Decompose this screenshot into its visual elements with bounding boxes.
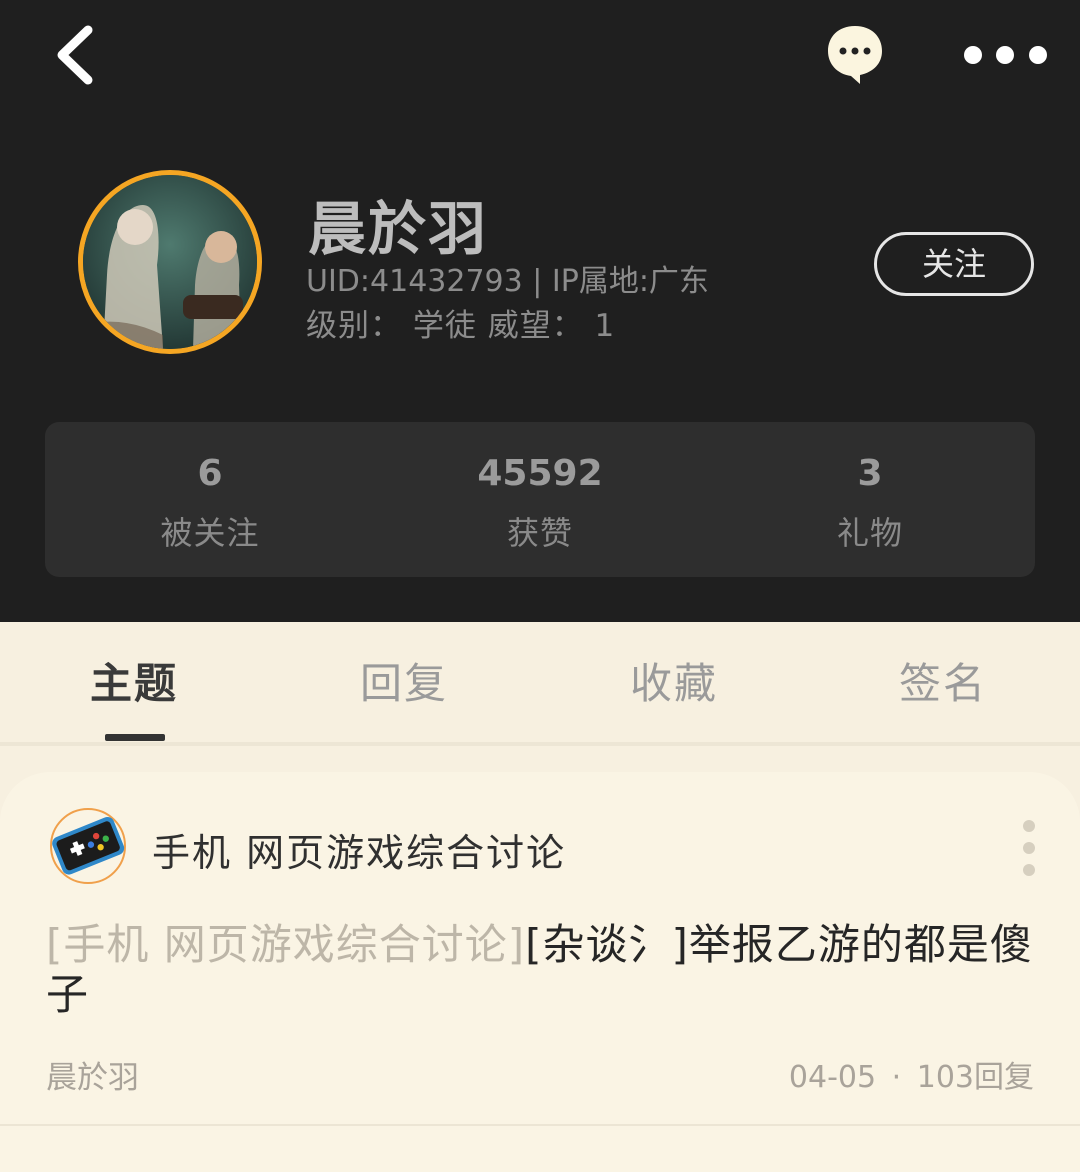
active-tab-indicator bbox=[105, 734, 165, 741]
chat-bubble-icon bbox=[828, 26, 882, 84]
tab-favorites[interactable]: 收藏 bbox=[630, 650, 718, 711]
more-options-button[interactable] bbox=[958, 38, 1052, 70]
stat-value: 6 bbox=[197, 453, 223, 494]
uid-ip-location: UID:41432793 | IP属地:广东 bbox=[306, 264, 709, 299]
post-meta: 04-05 · 103回复 bbox=[789, 1052, 1034, 1096]
stat-label: 礼物 bbox=[836, 514, 903, 552]
forum-name[interactable]: 手机 网页游戏综合讨论 bbox=[152, 822, 566, 877]
tab-topics[interactable]: 主题 bbox=[90, 650, 178, 711]
avatar[interactable] bbox=[78, 170, 262, 354]
avatar-image bbox=[83, 175, 257, 349]
tab-replies[interactable]: 回复 bbox=[360, 650, 448, 711]
stat-followers[interactable]: 6 被关注 bbox=[45, 452, 375, 554]
stats-panel: 6 被关注 45592 获赞 3 礼物 bbox=[45, 422, 1035, 577]
post-date: 04-05 bbox=[788, 1060, 877, 1095]
back-button[interactable] bbox=[48, 20, 108, 90]
post-title-forum-prefix: [手机 网页游戏综合讨论] bbox=[46, 920, 526, 969]
username: 晨於羽 bbox=[308, 195, 489, 263]
post-title[interactable]: [手机 网页游戏综合讨论][杂谈氵]举报乙游的都是傻子 bbox=[46, 920, 1046, 1020]
mobile-game-icon bbox=[50, 808, 126, 884]
stat-gifts[interactable]: 3 礼物 bbox=[705, 452, 1035, 554]
post-author[interactable]: 晨於羽 bbox=[46, 1052, 139, 1097]
meta-separator: · bbox=[891, 1060, 902, 1095]
reply-count: 103回复 bbox=[916, 1060, 1034, 1095]
divider bbox=[0, 1124, 1080, 1126]
stat-value: 3 bbox=[857, 453, 883, 494]
stat-value: 45592 bbox=[477, 453, 603, 494]
stat-label: 获赞 bbox=[506, 514, 573, 552]
stat-label: 被关注 bbox=[160, 514, 260, 552]
post-options-button[interactable] bbox=[1016, 818, 1042, 878]
kebab-dot bbox=[1023, 820, 1035, 832]
follow-button[interactable]: 关注 bbox=[874, 232, 1034, 296]
message-button[interactable] bbox=[824, 22, 886, 86]
level-reputation: 级别： 学徒 威望： 1 bbox=[306, 308, 616, 344]
divider bbox=[0, 742, 1080, 746]
tab-signature[interactable]: 签名 bbox=[899, 650, 987, 711]
forum-icon[interactable] bbox=[48, 808, 130, 886]
kebab-dot bbox=[1023, 864, 1035, 876]
kebab-dot bbox=[1023, 842, 1035, 854]
chevron-left-icon bbox=[57, 25, 93, 85]
profile-header: 晨於羽 UID:41432793 | IP属地:广东 级别： 学徒 威望： 1 … bbox=[0, 0, 1080, 622]
stat-likes[interactable]: 45592 获赞 bbox=[375, 452, 705, 554]
tab-bar: 主题 回复 收藏 签名 bbox=[0, 622, 1080, 742]
